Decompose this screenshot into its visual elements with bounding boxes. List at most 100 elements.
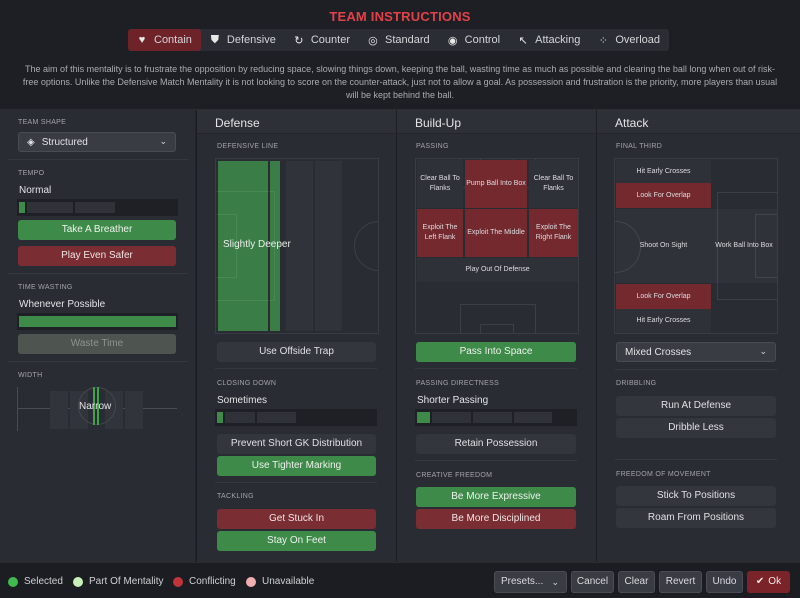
center-circle [354,221,378,271]
heart-shield-icon: ♥ [138,34,146,46]
tab-attacking[interactable]: ↖ Attacking [509,29,589,51]
clear-button[interactable]: Clear [618,571,655,593]
divider [415,368,577,369]
team-shape-dropdown[interactable]: ◈ Structured ⌄ [18,132,176,152]
be-more-expressive-button[interactable]: Be More Expressive [416,487,576,507]
check-icon: ✔ [755,576,765,587]
get-stuck-in-button[interactable]: Get Stuck In [217,509,376,529]
tab-counter[interactable]: ↻ Counter [285,29,359,51]
ok-button[interactable]: ✔ Ok [747,571,790,593]
tab-overload[interactable]: ⁘ Overload [589,29,669,51]
defensive-line-pitch[interactable]: Slightly Deeper [215,158,379,334]
play-out-of-defense-cell[interactable]: Play Out Of Defense [417,258,578,282]
dribble-less-button[interactable]: Dribble Less [616,418,776,438]
tab-control[interactable]: ◉ Control [439,29,509,51]
tempo-label: TEMPO [18,170,45,177]
legend-label: Conflicting [189,576,236,587]
legend-label: Part Of Mentality [89,576,164,587]
exploit-left-flank-cell[interactable]: Exploit The Left Flank [417,209,463,257]
tab-contain[interactable]: ♥ Contain [128,29,201,51]
tackling-label: TACKLING [217,493,254,500]
team-shape-value: Structured [41,136,88,148]
chevron-down-icon: ⌄ [159,136,167,146]
defense-column: Defense DEFENSIVE LINE Slightly Deeper U… [197,110,397,562]
use-offside-trap-button[interactable]: Use Offside Trap [217,342,376,362]
roam-from-positions-button[interactable]: Roam From Positions [616,508,776,528]
slider-segment [257,412,296,423]
tab-defensive[interactable]: ⛊ Defensive [201,29,285,51]
run-at-defense-button[interactable]: Run At Defense [616,396,776,416]
play-even-safer-button[interactable]: Play Even Safer [18,246,176,266]
defensive-line-value: Slightly Deeper [223,239,291,250]
passing-pitch: Clear Ball To Flanks Pump Ball Into Box … [415,158,579,334]
creative-freedom-label: CREATIVE FREEDOM [416,472,493,479]
waste-time-button[interactable]: Waste Time [18,334,176,354]
divider [8,159,188,160]
closing-down-label: CLOSING DOWN [217,380,277,387]
six-yard-box-bottom [480,324,514,333]
tab-label: Contain [154,34,192,46]
sidebar: TEAM SHAPE ◈ Structured ⌄ TEMPO Normal T… [0,110,196,562]
stay-on-feet-button[interactable]: Stay On Feet [217,531,376,551]
passing-directness-slider[interactable] [415,409,577,426]
exploit-middle-cell[interactable]: Exploit The Middle [465,209,527,257]
look-for-overlap-top-cell[interactable]: Look For Overlap [616,183,711,208]
time-wasting-label: TIME WASTING [18,284,73,291]
time-wasting-slider[interactable] [17,313,178,330]
attack-title: Attack [597,110,800,134]
chevron-down-icon: ⌄ [551,577,559,587]
width-selector[interactable]: Narrow [17,387,179,435]
divider [8,273,188,274]
clear-ball-left-cell[interactable]: Clear Ball To Flanks [417,160,463,208]
pump-ball-into-box-cell[interactable]: Pump Ball Into Box [465,160,527,208]
passing-label: PASSING [416,143,449,150]
look-for-overlap-bottom-cell[interactable]: Look For Overlap [616,284,711,309]
be-more-disciplined-button[interactable]: Be More Disciplined [416,509,576,529]
freedom-of-movement-label: FREEDOM OF MOVEMENT [616,471,711,478]
legend-selected: Selected [8,576,63,587]
arrow-up-left-icon: ↖ [518,34,528,47]
final-third-pitch: Hit Early Crosses Look For Overlap Shoot… [614,158,778,334]
take-a-breather-button[interactable]: Take A Breather [18,220,176,240]
width-axis [17,387,18,431]
chevron-down-icon: ⌄ [759,346,767,356]
control-icon: ◉ [447,34,458,47]
width-value: Narrow [79,401,112,412]
prevent-short-gk-distribution-button[interactable]: Prevent Short GK Distribution [217,434,376,454]
stick-to-positions-button[interactable]: Stick To Positions [616,486,776,506]
counter-arrow-icon: ↻ [294,34,304,47]
unavailable-dot-icon [246,576,256,587]
clear-ball-right-cell[interactable]: Clear Ball To Flanks [529,160,578,208]
presets-button[interactable]: Presets... ⌄ [494,571,567,593]
retain-possession-button[interactable]: Retain Possession [416,434,576,454]
slider-segment [473,412,512,423]
shoot-on-sight-cell[interactable]: Shoot On Sight [616,209,711,283]
final-third-label: FINAL THIRD [616,143,663,150]
cancel-button[interactable]: Cancel [571,571,614,593]
use-tighter-marking-button[interactable]: Use Tighter Marking [217,456,376,476]
tab-label: Overload [615,34,660,46]
pass-into-space-button[interactable]: Pass Into Space [416,342,576,362]
crossing-dropdown[interactable]: Mixed Crosses ⌄ [616,342,776,362]
hit-early-crosses-top-cell[interactable]: Hit Early Crosses [616,160,711,183]
tempo-slider[interactable] [17,199,178,216]
ok-label: Ok [768,576,782,587]
divider [8,361,188,362]
work-ball-into-box-cell[interactable]: Work Ball Into Box [711,209,777,283]
footer: Selected Part Of Mentality Conflicting U… [0,562,800,598]
tab-label: Attacking [535,34,581,46]
tab-standard[interactable]: ◎ Standard [359,29,439,51]
tab-label: Counter [310,34,350,46]
slider-fill [417,412,430,423]
revert-button[interactable]: Revert [659,571,702,593]
exploit-right-flank-cell[interactable]: Exploit The Right Flank [529,209,578,257]
slider-fill [19,202,25,213]
tempo-value: Normal [19,185,52,196]
team-shape-label: TEAM SHAPE [18,119,67,126]
hit-early-crosses-bottom-cell[interactable]: Hit Early Crosses [616,309,711,333]
legend-label: Unavailable [262,576,315,587]
closing-down-slider[interactable] [215,409,377,426]
legend-part-of-mentality: Part Of Mentality [73,576,163,587]
undo-button[interactable]: Undo [706,571,743,593]
buildup-title: Build-Up [397,110,596,134]
